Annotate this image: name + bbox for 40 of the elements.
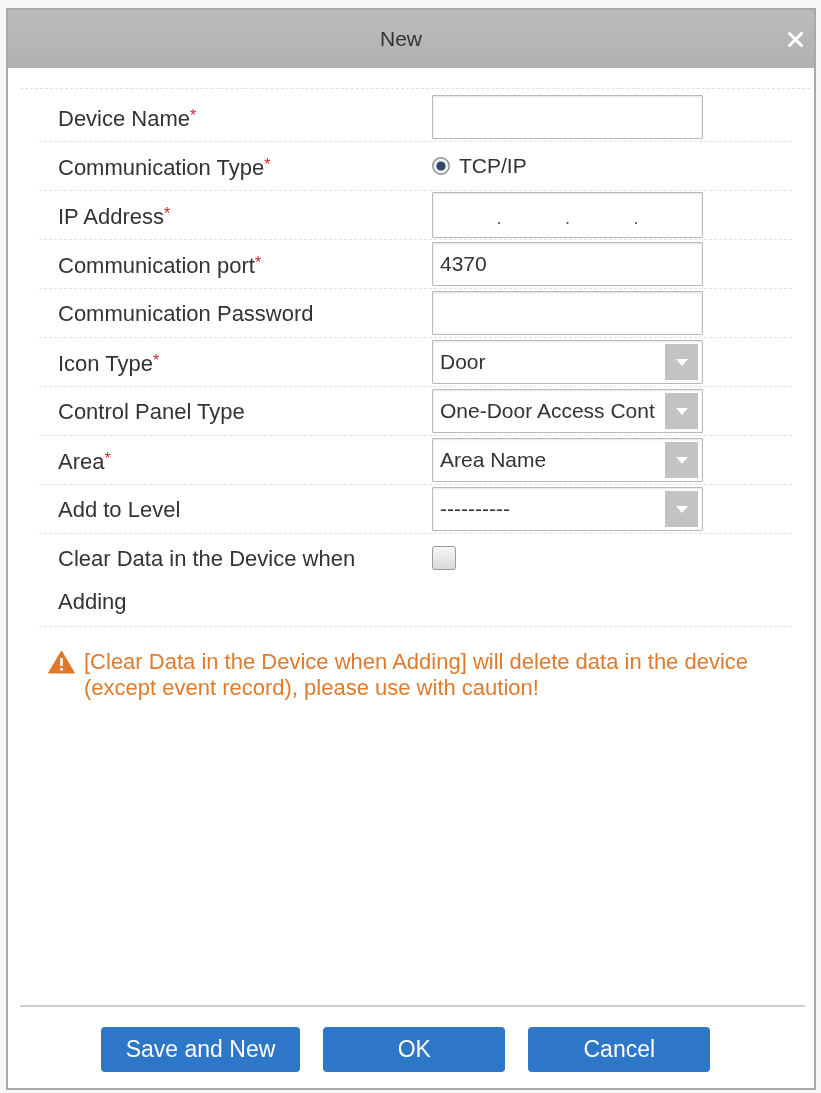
close-icon [787,31,803,47]
dialog-button[interactable]: OK [323,1027,506,1072]
warning-icon [48,650,75,674]
warning-text: [Clear Data in the Device when Adding] will delete data in the device (except event record), please use with caution! [84,649,750,701]
text-input-field[interactable] [432,95,703,139]
close-button[interactable] [787,31,803,47]
dropdown-button[interactable] [665,344,698,380]
radio-button[interactable] [432,157,450,175]
dropdown-button[interactable] [665,442,698,478]
dropdown-field[interactable]: ---------- [432,487,703,531]
ip-separator: . [633,207,639,227]
ip-separator: . [496,207,502,227]
field-label: Control Panel Type [58,397,245,426]
field-label: Communication port$^{*}$ [58,252,262,280]
field-label: Area$^{*}$ [58,448,111,476]
field-label: Add to Level [58,495,181,524]
dropdown-field[interactable]: Door [432,340,703,384]
dropdown-field[interactable]: Area Name [432,438,703,482]
field-label: Device Name$^{*}$ [58,105,197,133]
radio-label: TCP/IP [459,154,527,178]
checkbox[interactable] [432,546,456,570]
field-label: Icon Type$^{*}$ [58,350,160,378]
caret-icon [675,407,688,415]
dialog-button[interactable]: Save and New [100,1027,301,1072]
dropdown-button[interactable] [665,491,698,527]
ip-address-field[interactable]: . . . [432,192,703,238]
dropdown-field[interactable]: One-Door Access Cont [432,389,703,433]
field-label: IP Address$^{*}$ [58,203,171,231]
field-label: Communication Type$^{*}$ [58,154,271,182]
field-label: Communication Password [58,299,314,328]
text-input-field[interactable] [432,291,703,335]
caret-icon [675,505,688,513]
dialog-button[interactable]: Cancel [528,1027,711,1072]
ip-separator: . [565,207,570,227]
caret-icon [675,456,688,464]
field-label: Clear Data in the Device when Adding [58,545,357,616]
dialog-title: New [380,27,422,51]
caret-icon [675,358,688,366]
dropdown-button[interactable] [665,393,698,429]
text-input-field[interactable]: 4370 [432,242,703,286]
